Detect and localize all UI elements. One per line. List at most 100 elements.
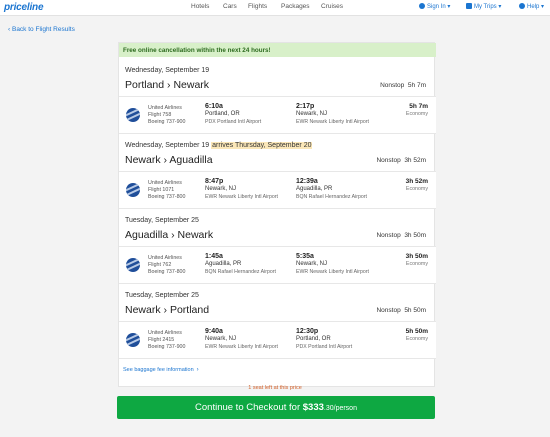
leg-stops: Nonstop	[376, 232, 401, 239]
depart-airport: BQN Rafael Hernandez Airport	[205, 269, 276, 275]
arrive-city: Aguadilla, PR	[296, 186, 333, 192]
depart-airport: EWR Newark Liberty Intl Airport	[205, 194, 278, 200]
arrives-next-day-note: arrives Thursday, September 20	[211, 142, 313, 149]
itinerary-panel: Free online cancellation within the next…	[118, 42, 436, 387]
suitcase-icon	[466, 3, 472, 9]
checkout-per-person: /person	[333, 405, 357, 412]
departure-info: 9:40a Newark, NJ EWR Newark Liberty Intl…	[205, 328, 278, 351]
chevron-left-icon: ‹	[8, 26, 11, 33]
arrive-airport: PDX Portland Intl Airport	[296, 344, 353, 350]
leg-stops: Nonstop	[376, 307, 401, 314]
sign-in-label: Sign In	[427, 4, 446, 10]
segment-duration: 5h 7m Economy	[406, 103, 428, 118]
segment-duration-text: 5h 50m	[405, 328, 428, 335]
leg-date: Tuesday, September 25	[125, 217, 199, 224]
help-button[interactable]: Help ▾	[519, 3, 544, 10]
continue-to-checkout-button[interactable]: Continue to Checkout for $333.30/person	[117, 396, 435, 419]
cabin-class: Economy	[405, 261, 428, 267]
back-link-label: Back to Flight Results	[11, 26, 75, 33]
flight-segment: United Airlines Flight 758 Boeing 737-90…	[119, 96, 436, 134]
flight-segment: United Airlines Flight 762 Boeing 737-80…	[119, 246, 436, 284]
chevron-down-icon: ▾	[541, 4, 545, 10]
leg-date-text: Wednesday, September 19	[125, 67, 210, 74]
flight-segment: United Airlines Flight 1071 Boeing 737-8…	[119, 171, 436, 209]
checkout-label: Continue to Checkout for	[195, 402, 301, 413]
united-airlines-logo-icon	[126, 108, 140, 122]
aircraft-type: Boeing 737-900	[148, 119, 186, 125]
route-from: Newark	[125, 304, 161, 316]
leg-date-text: Tuesday, September 25	[125, 217, 199, 224]
arrival-info: 5:35a Newark, NJ EWR Newark Liberty Intl…	[296, 253, 369, 276]
chevron-down-icon: ▾	[447, 4, 451, 10]
segment-duration-text: 5h 7m	[409, 103, 428, 110]
arrive-airport: BQN Rafael Hernandez Airport	[296, 194, 367, 200]
depart-time: 8:47p	[205, 178, 224, 185]
leg-route: Newark › Aguadilla	[125, 154, 213, 166]
airline-name: United Airlines	[148, 255, 182, 261]
carrier-info: United Airlines Flight 762 Boeing 737-80…	[148, 255, 185, 276]
depart-airport: PDX Portland Intl Airport	[205, 119, 262, 125]
depart-city: Portland, OR	[205, 111, 240, 117]
arrival-info: 12:30p Portland, OR PDX Portland Intl Ai…	[296, 328, 352, 351]
arrive-time: 2:17p	[296, 103, 315, 110]
route-from: Newark	[125, 154, 161, 166]
departure-info: 8:47p Newark, NJ EWR Newark Liberty Intl…	[205, 178, 278, 201]
depart-time: 6:10a	[205, 103, 223, 110]
aircraft-type: Boeing 737-800	[148, 194, 186, 200]
route-to: Portland	[169, 304, 210, 316]
departure-info: 1:45a Aguadilla, PR BQN Rafael Hernandez…	[205, 253, 276, 276]
arrive-airport: EWR Newark Liberty Intl Airport	[296, 269, 369, 275]
user-icon	[419, 3, 425, 9]
arrive-airport: EWR Newark Liberty Intl Airport	[296, 119, 369, 125]
segment-duration: 3h 52m Economy	[406, 178, 428, 193]
segment-duration: 3h 50m Economy	[406, 253, 428, 268]
route-to: Newark	[177, 229, 214, 241]
nav-cruises[interactable]: Cruises	[321, 3, 343, 10]
nav-cars[interactable]: Cars	[223, 3, 237, 10]
flight-number: Flight 1071	[148, 187, 175, 193]
chevron-right-icon: ›	[196, 367, 199, 373]
leg-duration: 5h 7m	[407, 82, 426, 89]
depart-city: Aguadilla, PR	[205, 261, 242, 267]
leg-route: Aguadilla › Newark	[125, 229, 214, 241]
arrive-city: Newark, NJ	[296, 261, 328, 267]
cabin-class: Economy	[405, 336, 428, 342]
baggage-fee-label: See baggage fee information	[123, 367, 194, 373]
arrive-city: Newark, NJ	[296, 111, 328, 117]
flight-number: Flight 2415	[148, 337, 175, 343]
carrier-info: United Airlines Flight 758 Boeing 737-90…	[148, 105, 185, 126]
segment-duration-text: 3h 52m	[405, 178, 428, 185]
united-airlines-logo-icon	[126, 258, 140, 272]
leg-stops: Nonstop	[376, 157, 401, 164]
flight-number: Flight 758	[148, 112, 172, 118]
baggage-fee-link[interactable]: See baggage fee information ›	[123, 367, 199, 373]
leg-date-text: Wednesday, September 19	[125, 142, 210, 149]
seats-left-notice: 1 seat left at this price	[248, 385, 302, 391]
nav-hotels[interactable]: Hotels	[191, 3, 209, 10]
back-to-results-link[interactable]: ‹ Back to Flight Results	[8, 26, 75, 33]
checkout-price-cents: .30	[323, 405, 334, 412]
carrier-info: United Airlines Flight 1071 Boeing 737-8…	[148, 180, 185, 201]
priceline-logo[interactable]: priceline	[4, 2, 44, 13]
leg-route: Portland › Newark	[125, 79, 210, 91]
my-trips-label: My Trips	[474, 4, 497, 10]
my-trips-button[interactable]: My Trips ▾	[466, 3, 501, 10]
arrival-info: 12:39a Aguadilla, PR BQN Rafael Hernande…	[296, 178, 367, 201]
nav-flights[interactable]: Flights	[248, 3, 267, 10]
leg-meta: Nonstop 3h 52m	[376, 157, 426, 164]
flight-segment: United Airlines Flight 2415 Boeing 737-9…	[119, 321, 436, 359]
aircraft-type: Boeing 737-800	[148, 269, 186, 275]
chevron-down-icon: ▾	[498, 4, 502, 10]
segment-duration-text: 3h 50m	[405, 253, 428, 260]
leg-meta: Nonstop 5h 50m	[376, 307, 426, 314]
arrive-time: 12:30p	[296, 328, 319, 335]
arrive-city: Portland, OR	[296, 336, 331, 342]
airline-name: United Airlines	[148, 105, 182, 111]
nav-packages[interactable]: Packages	[281, 3, 310, 10]
top-bar: priceline Hotels Cars Flights Packages C…	[0, 0, 550, 16]
united-airlines-logo-icon	[126, 183, 140, 197]
leg-date: Wednesday, September 19	[125, 67, 209, 74]
depart-airport: EWR Newark Liberty Intl Airport	[205, 344, 278, 350]
sign-in-button[interactable]: Sign In ▾	[419, 3, 450, 10]
leg-date: Wednesday, September 19 arrives Thursday…	[125, 142, 313, 149]
